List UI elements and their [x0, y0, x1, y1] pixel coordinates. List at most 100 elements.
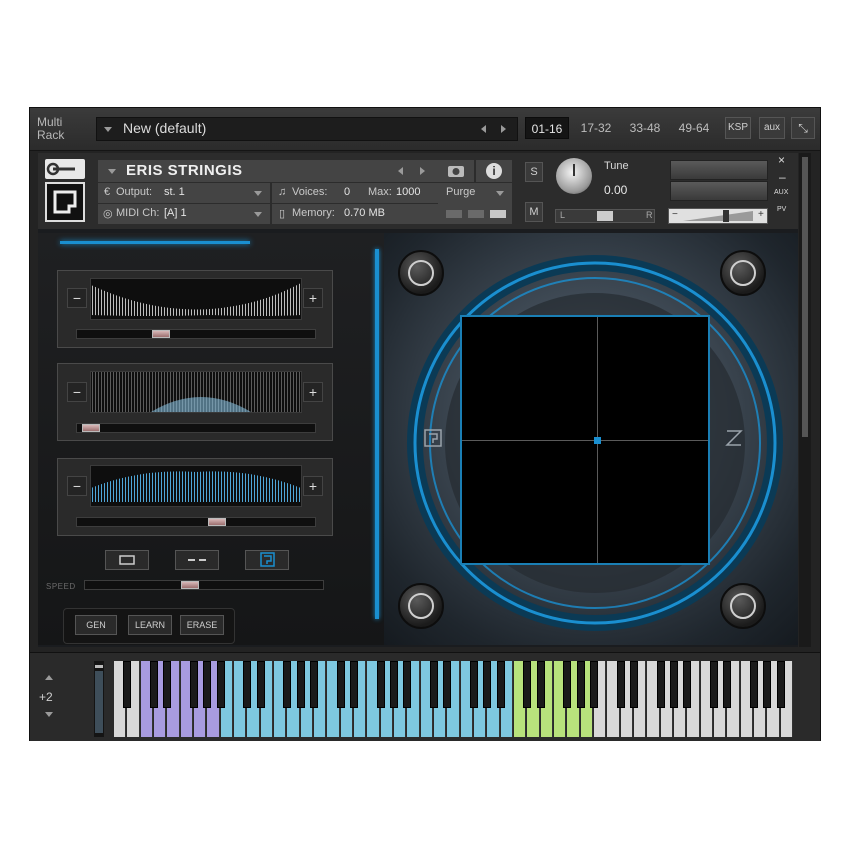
black-key[interactable]: [710, 661, 718, 708]
instrument-prev-icon[interactable]: [398, 167, 403, 175]
wrench-icon[interactable]: [45, 159, 85, 179]
wave1-plus-button[interactable]: +: [303, 288, 323, 308]
black-key[interactable]: [203, 661, 212, 708]
pitch-wheel[interactable]: [94, 661, 104, 737]
wave1-minus-button[interactable]: −: [67, 288, 87, 308]
black-key[interactable]: [123, 661, 132, 708]
black-key[interactable]: [630, 661, 638, 708]
mute-button[interactable]: M: [525, 202, 543, 222]
speed-slider-thumb[interactable]: [181, 581, 199, 589]
tab-49-64[interactable]: 49-64: [673, 117, 715, 139]
camera-icon[interactable]: [438, 160, 474, 182]
purge-dropdown-icon[interactable]: [496, 191, 504, 196]
black-key[interactable]: [616, 661, 625, 708]
ksp-button[interactable]: KSP: [725, 117, 751, 139]
wave2-display[interactable]: [90, 371, 302, 413]
transpose-up-icon[interactable]: [45, 675, 53, 680]
wave2-slider-thumb[interactable]: [82, 424, 100, 432]
black-key[interactable]: [403, 661, 412, 708]
preset-next-icon[interactable]: [501, 125, 506, 133]
wave3-plus-button[interactable]: +: [303, 476, 323, 496]
max-voices-value[interactable]: 1000: [396, 186, 420, 198]
xy-cursor[interactable]: [594, 437, 601, 444]
black-key[interactable]: [310, 661, 318, 708]
black-key[interactable]: [750, 661, 758, 708]
black-key[interactable]: [390, 661, 398, 708]
speed-slider[interactable]: [84, 580, 324, 590]
black-key[interactable]: [283, 661, 292, 708]
black-key[interactable]: [670, 661, 678, 708]
black-key[interactable]: [576, 661, 585, 708]
black-key[interactable]: [243, 661, 252, 708]
erase-button[interactable]: ERASE: [180, 615, 224, 635]
transpose-down-icon[interactable]: [45, 712, 53, 717]
xy-corner-knob-tr[interactable]: [720, 250, 766, 296]
wave2-plus-button[interactable]: +: [303, 382, 323, 402]
wave3-slider-thumb[interactable]: [208, 518, 226, 526]
black-key[interactable]: [350, 661, 358, 708]
preset-prev-icon[interactable]: [481, 125, 486, 133]
black-key[interactable]: [536, 661, 545, 708]
black-key[interactable]: [150, 661, 158, 708]
black-key[interactable]: [430, 661, 438, 708]
purge-menu[interactable]: Purge: [438, 183, 512, 224]
black-key[interactable]: [523, 661, 532, 708]
tune-knob[interactable]: [556, 158, 592, 194]
pv-side-label[interactable]: PV: [777, 206, 786, 213]
black-key[interactable]: [256, 661, 265, 708]
black-key[interactable]: [336, 661, 345, 708]
aux-button[interactable]: aux: [759, 117, 785, 139]
learn-button[interactable]: LEARN: [128, 615, 172, 635]
xy-corner-knob-tl[interactable]: [398, 250, 444, 296]
wave1-slider-thumb[interactable]: [152, 330, 170, 338]
wave3-display[interactable]: [90, 465, 302, 507]
tab-01-16[interactable]: 01-16: [525, 117, 569, 139]
black-key[interactable]: [376, 661, 385, 708]
black-key[interactable]: [483, 661, 492, 708]
black-key[interactable]: [563, 661, 572, 708]
pan-slider[interactable]: L R: [555, 209, 655, 223]
black-key[interactable]: [296, 661, 305, 708]
xy-corner-knob-br[interactable]: [720, 583, 766, 629]
black-key[interactable]: [443, 661, 452, 708]
black-key[interactable]: [776, 661, 785, 708]
volume-thumb[interactable]: [723, 210, 729, 222]
midi-channel-selector[interactable]: ◎ MIDI Ch: [A] 1: [98, 204, 270, 224]
tab-17-32[interactable]: 17-32: [575, 117, 617, 139]
scrollbar[interactable]: [799, 153, 811, 647]
wave3-minus-button[interactable]: −: [67, 476, 87, 496]
wave2-slider[interactable]: [76, 423, 316, 433]
preset-selector[interactable]: New (default): [96, 117, 518, 141]
black-key[interactable]: [763, 661, 772, 708]
black-key[interactable]: [190, 661, 198, 708]
black-key[interactable]: [590, 661, 598, 708]
gen-button[interactable]: GEN: [75, 615, 117, 635]
xy-corner-knob-bl[interactable]: [398, 583, 444, 629]
loop-mode-button[interactable]: [105, 550, 149, 570]
info-icon[interactable]: i: [476, 160, 512, 182]
black-key[interactable]: [470, 661, 478, 708]
output-dropdown-icon[interactable]: [254, 191, 262, 196]
tab-33-48[interactable]: 33-48: [624, 117, 666, 139]
black-key[interactable]: [723, 661, 732, 708]
scrollbar-thumb[interactable]: [802, 157, 808, 437]
instrument-menu-icon[interactable]: [108, 169, 116, 174]
pan-thumb[interactable]: [597, 211, 613, 221]
oneshot-mode-button[interactable]: [175, 550, 219, 570]
solo-button[interactable]: S: [525, 162, 543, 182]
black-key[interactable]: [496, 661, 505, 708]
minimize-icon[interactable]: –: [779, 170, 786, 184]
black-key[interactable]: [216, 661, 225, 708]
wave3-slider[interactable]: [76, 517, 316, 527]
volume-slider[interactable]: − +: [668, 208, 768, 224]
wave2-minus-button[interactable]: −: [67, 382, 87, 402]
midi-dropdown-icon[interactable]: [254, 212, 262, 217]
wave1-slider[interactable]: [76, 329, 316, 339]
piano-keyboard[interactable]: [114, 661, 794, 737]
preset-dropdown-icon[interactable]: [104, 127, 112, 132]
close-icon[interactable]: ×: [778, 153, 785, 167]
black-key[interactable]: [163, 661, 172, 708]
output-selector[interactable]: € Output: st. 1: [98, 183, 270, 203]
collapse-icon[interactable]: ⤡: [791, 117, 815, 139]
aux-side-label[interactable]: AUX: [774, 189, 788, 196]
